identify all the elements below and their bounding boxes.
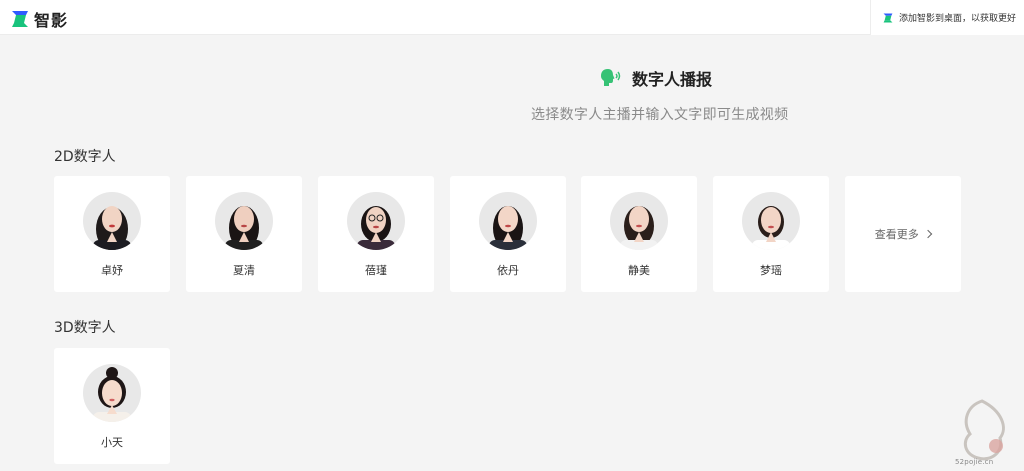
avatar-name: 小天 <box>101 436 123 449</box>
page-title: 数字人播报 <box>600 66 712 90</box>
avatar-portrait <box>83 192 141 250</box>
avatar-card-2d[interactable]: 卓妤 <box>54 176 170 292</box>
app-name: 智影 <box>34 11 69 30</box>
section-title-3d: 3D数字人 <box>54 320 116 336</box>
view-more-link[interactable]: 查看更多 <box>845 226 961 242</box>
add-to-desktop-banner[interactable]: 添加智影到桌面，以获取更好 <box>870 0 1024 35</box>
speaking-head-icon <box>601 69 621 86</box>
avatar-name: 夏清 <box>233 264 255 277</box>
avatar-card-2d[interactable]: 夏清 <box>186 176 302 292</box>
avatar-card-2d[interactable]: 梦瑶 <box>713 176 829 292</box>
zhiying-logo-icon <box>12 11 28 27</box>
avatar-name: 梦瑶 <box>760 264 782 277</box>
avatar-portrait <box>83 364 141 422</box>
avatar-portrait <box>215 192 273 250</box>
avatar-card-3d[interactable]: 小天 <box>54 348 170 464</box>
promo-text: 添加智影到桌面，以获取更好 <box>899 14 1017 24</box>
zhiying-small-icon <box>883 13 893 22</box>
top-bar: 智影 添加智影到桌面，以获取更好 <box>0 0 1024 35</box>
section-title-2d: 2D数字人 <box>54 149 116 165</box>
app-logo[interactable]: 智影 <box>11 7 68 31</box>
avatar-card-2d[interactable]: 依丹 <box>450 176 566 292</box>
view-more-card[interactable]: 查看更多 <box>845 176 961 292</box>
avatar-name: 依丹 <box>497 264 519 277</box>
watermark-seal-icon <box>963 399 1005 461</box>
avatar-portrait <box>742 192 800 250</box>
view-more-label: 查看更多 <box>874 228 919 241</box>
avatar-name: 静美 <box>628 264 650 277</box>
avatar-card-2d[interactable]: 蓓瑾 <box>318 176 434 292</box>
avatar-portrait <box>479 192 537 250</box>
avatar-portrait <box>610 192 668 250</box>
chevron-right-icon <box>924 229 933 239</box>
page-subtitle: 选择数字人主播并输入文字即可生成视频 <box>531 107 789 123</box>
avatar-name: 卓妤 <box>101 264 123 277</box>
avatar-portrait <box>347 192 405 250</box>
page-title-text: 数字人播报 <box>632 70 713 89</box>
avatar-card-2d[interactable]: 静美 <box>581 176 697 292</box>
avatar-name: 蓓瑾 <box>365 264 387 277</box>
watermark-url: 52pojie.cn <box>955 458 994 466</box>
